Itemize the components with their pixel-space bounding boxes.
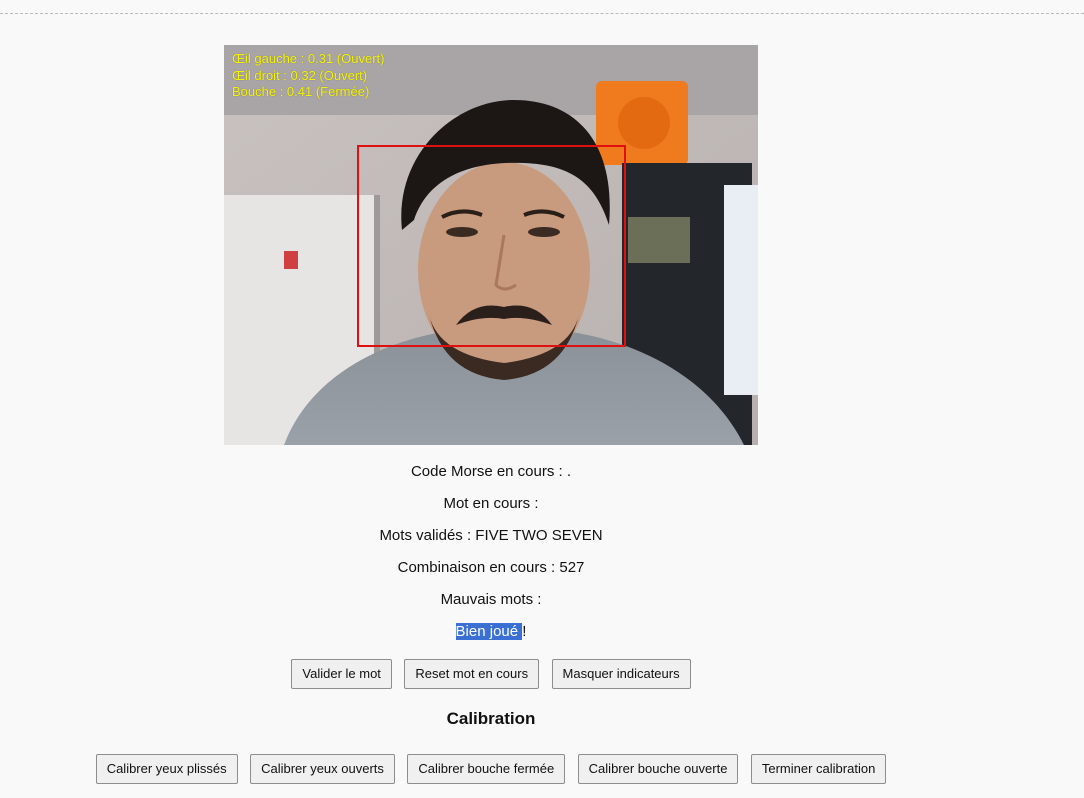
feedback-message: Bien joué !	[0, 616, 982, 648]
finish-calibration-button[interactable]: Terminer calibration	[750, 754, 887, 784]
feedback-message-rest: !	[522, 623, 527, 640]
selected-text: Bien joué	[455, 623, 523, 640]
status-panel: Code Morse en cours : . Mot en cours : M…	[0, 456, 982, 648]
right-eye-metric: Œil droit : 0.32 (Ouvert)	[232, 67, 368, 83]
face-metrics-overlay: Œil gauche : 0.31 (Ouvert) Œil droit : 0…	[232, 51, 384, 101]
wrong-words-status: Mauvais mots :	[440, 591, 542, 608]
hide-indicators-button[interactable]: Masquer indicateurs	[551, 659, 691, 689]
left-eye-metric: Œil gauche : 0.31 (Ouvert)	[232, 51, 385, 66]
calibrate-open-eyes-button[interactable]: Calibrer yeux ouverts	[250, 754, 395, 784]
webcam-feed: Œil gauche : 0.31 (Ouvert) Œil droit : 0…	[224, 45, 758, 445]
calibrate-mouth-open-button[interactable]: Calibrer bouche ouverte	[577, 754, 739, 784]
top-divider	[0, 13, 1084, 14]
morse-code-status: Code Morse en cours : .	[410, 463, 572, 480]
validated-words-status: Mots validés : FIVE TWO SEVEN	[379, 527, 603, 544]
calibration-actions: Calibrer yeux plissés Calibrer yeux ouve…	[0, 754, 982, 784]
calibrate-mouth-closed-button[interactable]: Calibrer bouche fermée	[407, 754, 566, 784]
validate-word-button[interactable]: Valider le mot	[291, 659, 392, 689]
face-detection-box	[357, 145, 626, 347]
calibration-heading: Calibration	[446, 709, 536, 728]
reset-word-button[interactable]: Reset mot en cours	[404, 659, 540, 689]
calibrate-squint-button[interactable]: Calibrer yeux plissés	[95, 754, 238, 784]
current-word-status: Mot en cours :	[443, 495, 539, 512]
word-actions: Valider le mot Reset mot en cours Masque…	[0, 659, 982, 689]
mouth-metric: Bouche : 0.41 (Fermée)	[232, 84, 370, 99]
combination-status: Combinaison en cours : 527	[397, 559, 585, 576]
